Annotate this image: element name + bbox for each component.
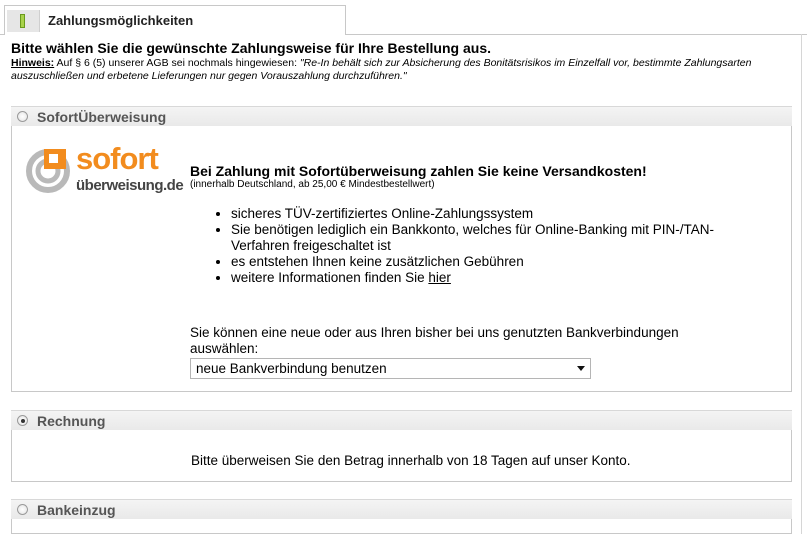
sofort-headline: Bei Zahlung mit Sofortüberweisung zahlen…	[190, 163, 647, 179]
notice: Hinweis: Auf § 6 (5) unserer AGB sei noc…	[11, 57, 781, 83]
chevron-down-icon	[577, 366, 585, 371]
payment-option-bankeinzug[interactable]: Bankeinzug	[11, 499, 792, 519]
sofort-label[interactable]: SofortÜberweisung	[37, 109, 166, 125]
bank-account-select-value: neue Bankverbindung benutzen	[196, 361, 387, 376]
sofort-logo-sub: überweisung.de	[76, 177, 184, 194]
list-item: weitere Informationen finden Sie hier	[231, 270, 771, 286]
sofort-logo: sofort überweisung.de	[26, 141, 184, 197]
info-prefix: weitere Informationen finden Sie	[231, 270, 429, 285]
page-border	[801, 34, 802, 534]
list-item: Sie benötigen lediglich ein Bankkonto, w…	[231, 222, 771, 254]
notice-text: Auf § 6 (5) unserer AGB sei nochmals hin…	[54, 57, 300, 69]
sofort-subline: (innerhalb Deutschland, ab 25,00 € Minde…	[190, 179, 435, 190]
bankeinzug-details	[11, 519, 792, 534]
sofort-benefits-list: sicheres TÜV-zertifiziertes Online-Zahlu…	[215, 206, 771, 286]
notice-label: Hinweis:	[11, 57, 55, 69]
page-title: Bitte wählen Sie die gewünschte Zahlungs…	[11, 40, 491, 56]
payment-option-sofort[interactable]: SofortÜberweisung	[11, 106, 792, 126]
sofort-logo-icon	[26, 149, 70, 193]
bankeinzug-label[interactable]: Bankeinzug	[37, 502, 116, 518]
rechnung-text: Bitte überweisen Sie den Betrag innerhal…	[191, 453, 631, 468]
sofort-logo-main: sofort	[76, 141, 159, 176]
tab-zahlungsmoeglichkeiten[interactable]: Zahlungsmöglichkeiten	[4, 5, 346, 35]
bank-choice-text: Sie können eine neue oder aus Ihren bish…	[190, 325, 679, 356]
info-link[interactable]: hier	[428, 270, 451, 285]
list-item: es entstehen Ihnen keine zusätzlichen Ge…	[231, 254, 771, 270]
list-item: sicheres TÜV-zertifiziertes Online-Zahlu…	[231, 206, 771, 222]
tab-marker-icon	[7, 10, 40, 32]
payment-option-rechnung[interactable]: Rechnung	[11, 410, 792, 430]
bank-account-select[interactable]: neue Bankverbindung benutzen	[190, 358, 591, 379]
sofort-radio[interactable]	[17, 111, 28, 122]
tab-title: Zahlungsmöglichkeiten	[48, 13, 194, 28]
rechnung-radio[interactable]	[17, 415, 28, 426]
bankeinzug-radio[interactable]	[17, 504, 28, 515]
rechnung-label[interactable]: Rechnung	[37, 413, 105, 429]
